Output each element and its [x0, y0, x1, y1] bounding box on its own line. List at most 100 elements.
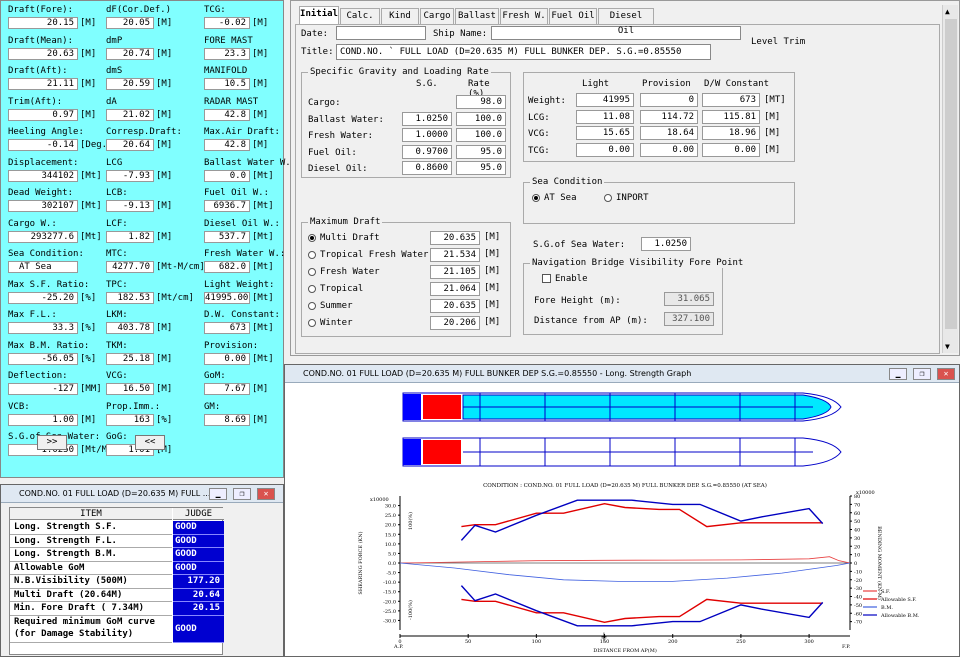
- max-draft-unit: [M]: [484, 266, 501, 276]
- sea-at-radio[interactable]: AT Sea: [532, 193, 577, 203]
- max-draft-input[interactable]: 21.534: [430, 248, 480, 262]
- y-tick-label: -20.0: [383, 599, 396, 605]
- close-icon[interactable]: ✕: [257, 488, 275, 500]
- sg-input[interactable]: 0.9700: [402, 144, 452, 159]
- graph-window-titlebar[interactable]: COND.NO. 01 FULL LOAD (D=20.635 M) FULL …: [285, 365, 959, 383]
- judge-item: Long. Strength B.M.: [10, 548, 172, 562]
- scroll-up-icon[interactable]: ▲: [945, 7, 950, 16]
- field-value: 33.3: [8, 322, 78, 334]
- weight-input[interactable]: 673: [702, 93, 760, 107]
- field-value: 20.05: [106, 17, 154, 29]
- sea-inport-label: INPORT: [616, 193, 649, 203]
- max-draft-input[interactable]: 20.206: [430, 316, 480, 330]
- judge-item-line2: (for Damage Stability): [14, 628, 134, 639]
- minimize-icon[interactable]: ▁: [209, 488, 227, 500]
- max-draft-input[interactable]: 21.064: [430, 282, 480, 296]
- weight-group: Light Provision D/W Constant Weight: 41995 0 6…: [523, 72, 795, 162]
- tab-initial[interactable]: Initial: [299, 6, 339, 24]
- rate-input[interactable]: 98.0: [456, 95, 506, 109]
- close-icon[interactable]: ✕: [937, 368, 955, 380]
- judge-value: GOOD: [173, 615, 224, 643]
- radio-icon: [308, 284, 316, 293]
- field-label: Max F.L.:: [8, 310, 57, 320]
- fore-height-input[interactable]: 31.065: [664, 292, 714, 306]
- max-draft-input[interactable]: 21.105: [430, 265, 480, 279]
- field-label: MTC:: [106, 249, 128, 259]
- judge-row: Long. Strength B.M. GOOD: [10, 548, 224, 562]
- ship-name-input[interactable]: [491, 26, 741, 40]
- weight-input[interactable]: 0.00: [640, 142, 698, 157]
- y2-tick-label: 50: [854, 519, 860, 525]
- weight-input[interactable]: 18.64: [640, 126, 698, 140]
- max-draft-input[interactable]: 20.635: [430, 299, 480, 313]
- weight-input[interactable]: 18.96: [702, 126, 760, 140]
- sg-input[interactable]: 1.0250: [402, 111, 452, 126]
- radio-icon: [532, 193, 540, 202]
- restore-icon[interactable]: ❐: [233, 488, 251, 500]
- y-tick-label: 20.0: [385, 523, 396, 529]
- max-draft-radio[interactable]: Tropical: [308, 284, 363, 294]
- rate-input[interactable]: 95.0: [456, 161, 506, 175]
- weight-input[interactable]: 15.65: [576, 126, 634, 140]
- tab-fueloil[interactable]: Fuel Oil: [549, 8, 597, 24]
- sg-input[interactable]: 0.8600: [402, 161, 452, 175]
- field-unit: [Mt]: [252, 292, 274, 303]
- max-draft-input[interactable]: 20.635: [430, 231, 480, 245]
- max-draft-group: Maximum Draft Multi Draft 20.635 [M] Tropic…: [301, 217, 511, 337]
- field-value: 23.3: [204, 47, 250, 60]
- minimize-icon[interactable]: ▁: [889, 368, 907, 380]
- tab-cargo[interactable]: Cargo: [420, 8, 454, 24]
- field-unit: [MM]: [80, 384, 102, 394]
- weight-input[interactable]: 11.08: [576, 109, 634, 124]
- title-label: Title:: [301, 47, 334, 57]
- restore-icon[interactable]: ❐: [913, 368, 931, 380]
- weight-input[interactable]: 41995: [576, 93, 634, 107]
- max-draft-radio[interactable]: Fresh Water: [308, 267, 380, 277]
- weight-input[interactable]: 0.00: [576, 142, 634, 157]
- field-value: 682.0: [204, 261, 250, 273]
- sea-at-label: AT Sea: [544, 193, 577, 203]
- prev-button[interactable]: <<: [135, 435, 165, 450]
- rate-input[interactable]: 95.0: [456, 144, 506, 159]
- sea-inport-radio[interactable]: INPORT: [604, 193, 649, 203]
- field-value: 293277.6: [8, 230, 78, 243]
- judge-row: Long. Strength S.F. GOOD: [10, 521, 224, 535]
- field-value: 7.67: [204, 383, 250, 395]
- max-draft-radio[interactable]: Tropical Fresh Water: [308, 250, 428, 260]
- field-value: 0.97: [8, 108, 78, 121]
- col-item-header: ITEM: [10, 508, 172, 520]
- tab-calc[interactable]: Calc.: [340, 8, 380, 24]
- weight-input[interactable]: 0: [640, 93, 698, 107]
- field-unit: [Mt]: [252, 323, 274, 333]
- date-input[interactable]: [336, 26, 426, 40]
- rate-input[interactable]: 100.0: [456, 111, 506, 126]
- tab-ballast[interactable]: Ballast: [455, 8, 499, 24]
- vertical-scrollbar[interactable]: ▲ ▼: [942, 5, 958, 353]
- next-button[interactable]: >>: [37, 435, 67, 450]
- scroll-down-icon[interactable]: ▼: [945, 342, 950, 351]
- sea-condition-group: Sea Condition AT Sea INPORT: [523, 177, 795, 224]
- tab-freshw[interactable]: Fresh W.: [500, 8, 548, 24]
- field-label: LCG: [106, 157, 123, 168]
- weight-input[interactable]: 114.72: [640, 109, 698, 124]
- judge-value: 177.20: [173, 575, 224, 589]
- judge-item-text: Long. Strength F.L.: [14, 535, 117, 546]
- distance-ap-input[interactable]: 327.100: [664, 312, 714, 326]
- tab-dieseloil[interactable]: Diesel Oil: [598, 8, 654, 36]
- x-axis-label: DISTANCE FROM AP(M): [593, 647, 657, 654]
- weight-input[interactable]: 0.00: [702, 142, 760, 157]
- scroll-thumb[interactable]: [945, 19, 957, 329]
- sg-sea-input[interactable]: 1.0250: [641, 237, 691, 251]
- enable-checkbox[interactable]: Enable: [542, 274, 588, 284]
- graph-window: COND.NO. 01 FULL LOAD (D=20.635 M) FULL …: [284, 364, 960, 657]
- title-input[interactable]: COND.NO. ` FULL LOAD (D=20.635 M) FULL B…: [336, 44, 711, 60]
- max-draft-radio[interactable]: Multi Draft: [308, 233, 380, 243]
- weight-input[interactable]: 115.81: [702, 109, 760, 124]
- field-label: Corresp.Draft:: [106, 127, 182, 137]
- tab-kind[interactable]: Kind: [381, 8, 419, 24]
- max-draft-radio[interactable]: Winter: [308, 318, 353, 328]
- max-draft-radio[interactable]: Summer: [308, 301, 353, 311]
- sg-input[interactable]: 1.0000: [402, 128, 452, 142]
- field-label: TPC:: [106, 279, 128, 290]
- rate-input[interactable]: 100.0: [456, 128, 506, 142]
